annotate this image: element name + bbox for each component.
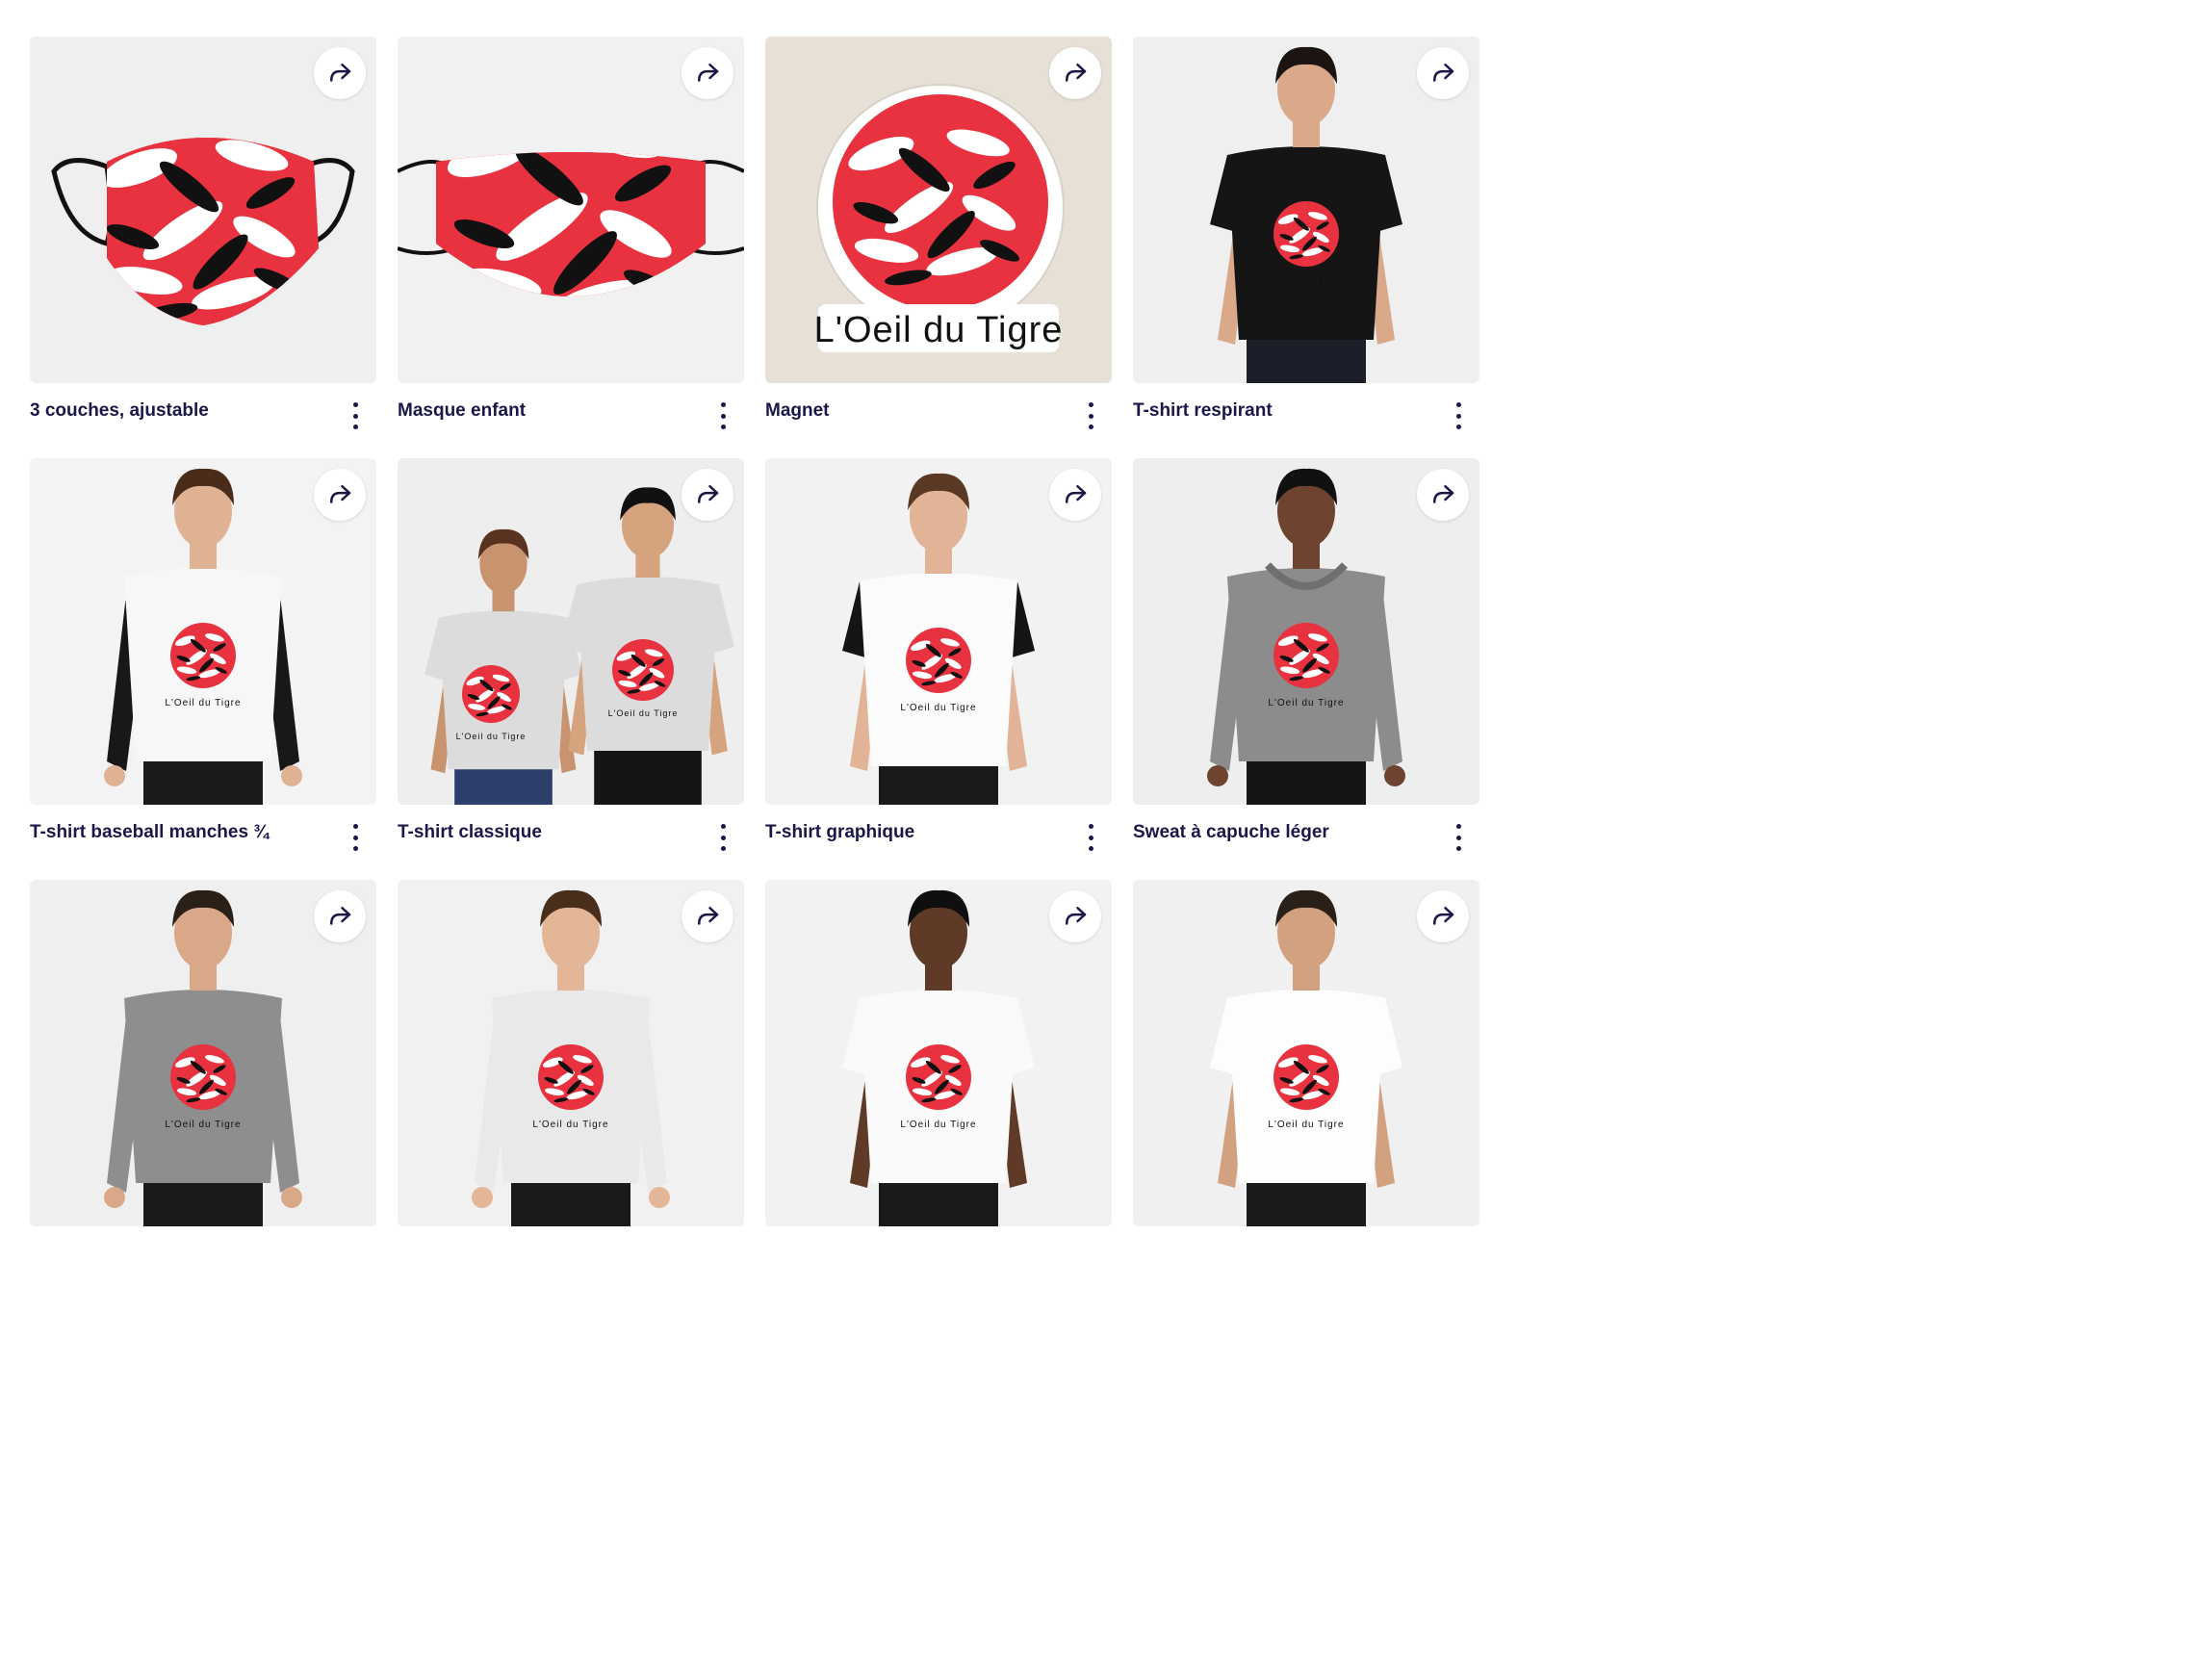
product-meta: T-shirt baseball manches ¾ (30, 805, 376, 880)
tiger-design (906, 1044, 971, 1110)
share-button[interactable] (1049, 890, 1101, 942)
share-button[interactable] (1049, 47, 1101, 99)
logo-text: L'Oeil du Tigre (608, 708, 679, 718)
product-card[interactable]: L'Oeil du Tigre (1133, 880, 1479, 1301)
product-grid: 3 couches, ajustable Masque enfant L'Oeil… (30, 37, 1479, 1301)
product-thumbnail[interactable]: L'Oeil du Tigre (765, 37, 1112, 383)
product-thumbnail[interactable]: L'Oeil du Tigre L'Oeil du Tigre (398, 458, 744, 805)
share-arrow-icon (1433, 64, 1454, 82)
product-thumbnail[interactable]: L'Oeil du Tigre (1133, 880, 1479, 1226)
product-title[interactable]: Magnet (765, 400, 830, 422)
product-title[interactable]: Sweat à capuche léger (1133, 822, 1329, 843)
share-arrow-icon (1433, 907, 1454, 925)
logo-text: L'Oeil du Tigre (900, 703, 976, 713)
logo-text: L'Oeil du Tigre (1268, 1120, 1344, 1130)
product-card[interactable]: L'Oeil du Tigre Magnet (765, 37, 1112, 458)
product-card[interactable]: L'Oeil du Tigre T-shirt baseball manches… (30, 458, 376, 880)
product-card[interactable]: L'Oeil du Tigre L'Oeil du Tigre T-shirt c… (398, 458, 744, 880)
share-arrow-icon (1066, 907, 1087, 925)
logo-text: L'Oeil du Tigre (532, 1120, 608, 1130)
product-title[interactable]: T-shirt classique (398, 822, 542, 843)
product-title[interactable]: T-shirt respirant (1133, 400, 1273, 422)
logo-text: L'Oeil du Tigre (814, 310, 1064, 350)
product-thumbnail[interactable]: L'Oeil du Tigre (765, 458, 1112, 805)
product-thumbnail[interactable]: L'Oeil du Tigre (1133, 37, 1479, 383)
product-card[interactable]: L'Oeil du Tigre Sweat à capuche léger (1133, 458, 1479, 880)
logo-text: L'Oeil du Tigre (1268, 698, 1344, 708)
share-button[interactable] (682, 47, 733, 99)
share-button[interactable] (1049, 469, 1101, 521)
product-thumbnail[interactable]: L'Oeil du Tigre (30, 458, 376, 805)
share-arrow-icon (1433, 485, 1454, 503)
tiger-design (462, 665, 520, 723)
share-button[interactable] (314, 469, 366, 521)
product-meta (30, 1226, 376, 1301)
product-card[interactable]: L'Oeil du Tigre (398, 880, 744, 1301)
product-thumbnail[interactable] (30, 37, 376, 383)
more-vertical-icon[interactable] (713, 824, 733, 851)
more-vertical-icon[interactable] (713, 402, 733, 429)
more-vertical-icon[interactable] (346, 402, 365, 429)
share-arrow-icon (330, 485, 351, 503)
product-card[interactable]: Masque enfant (398, 37, 744, 458)
product-meta: Sweat à capuche léger (1133, 805, 1479, 880)
product-meta (398, 1226, 744, 1301)
product-meta: 3 couches, ajustable (30, 383, 376, 458)
product-thumbnail[interactable]: L'Oeil du Tigre (398, 880, 744, 1226)
more-vertical-icon[interactable] (1081, 402, 1100, 429)
product-thumbnail[interactable]: L'Oeil du Tigre (765, 880, 1112, 1226)
product-card[interactable]: L'Oeil du Tigre (30, 880, 376, 1301)
product-meta (765, 1226, 1112, 1301)
product-meta: Masque enfant (398, 383, 744, 458)
tiger-design (170, 623, 236, 688)
logo-text: L'Oeil du Tigre (1268, 276, 1344, 287)
tiger-design (833, 94, 1048, 310)
product-thumbnail[interactable] (398, 37, 744, 383)
more-vertical-icon[interactable] (1449, 824, 1468, 851)
share-button[interactable] (314, 890, 366, 942)
share-arrow-icon (698, 485, 719, 503)
more-vertical-icon[interactable] (1081, 824, 1100, 851)
logo-text: L'Oeil du Tigre (900, 1120, 976, 1130)
tiger-design (170, 1044, 236, 1110)
logo-text: L'Oeil du Tigre (456, 732, 527, 741)
product-meta (1133, 1226, 1479, 1301)
tiger-design (1273, 623, 1339, 688)
share-button[interactable] (1417, 469, 1469, 521)
product-meta: Magnet (765, 383, 1112, 458)
share-button[interactable] (1417, 890, 1469, 942)
share-button[interactable] (1417, 47, 1469, 99)
share-arrow-icon (1066, 64, 1087, 82)
product-title[interactable]: T-shirt baseball manches ¾ (30, 822, 269, 843)
product-card[interactable]: L'Oeil du Tigre (765, 880, 1112, 1301)
share-arrow-icon (330, 907, 351, 925)
more-vertical-icon[interactable] (346, 824, 365, 851)
product-meta: T-shirt classique (398, 805, 744, 880)
share-button[interactable] (314, 47, 366, 99)
more-vertical-icon[interactable] (1449, 402, 1468, 429)
product-card[interactable]: 3 couches, ajustable (30, 37, 376, 458)
product-meta: T-shirt graphique (765, 805, 1112, 880)
share-arrow-icon (330, 64, 351, 82)
product-title[interactable]: 3 couches, ajustable (30, 400, 209, 422)
share-arrow-icon (1066, 485, 1087, 503)
product-card[interactable]: L'Oeil du Tigre T-shirt graphique (765, 458, 1112, 880)
tiger-design (1273, 201, 1339, 267)
product-card[interactable]: L'Oeil du Tigre T-shirt respirant (1133, 37, 1479, 458)
tiger-design (612, 639, 674, 701)
logo-text: L'Oeil du Tigre (165, 698, 241, 708)
share-button[interactable] (682, 469, 733, 521)
share-button[interactable] (682, 890, 733, 942)
product-title[interactable]: Masque enfant (398, 400, 526, 422)
logo-text: L'Oeil du Tigre (165, 1120, 241, 1130)
tiger-design (1273, 1044, 1339, 1110)
share-arrow-icon (698, 64, 719, 82)
tiger-design (538, 1044, 604, 1110)
tiger-design (906, 628, 971, 693)
product-meta: T-shirt respirant (1133, 383, 1479, 458)
product-thumbnail[interactable]: L'Oeil du Tigre (1133, 458, 1479, 805)
share-arrow-icon (698, 907, 719, 925)
product-thumbnail[interactable]: L'Oeil du Tigre (30, 880, 376, 1226)
product-title[interactable]: T-shirt graphique (765, 822, 914, 843)
